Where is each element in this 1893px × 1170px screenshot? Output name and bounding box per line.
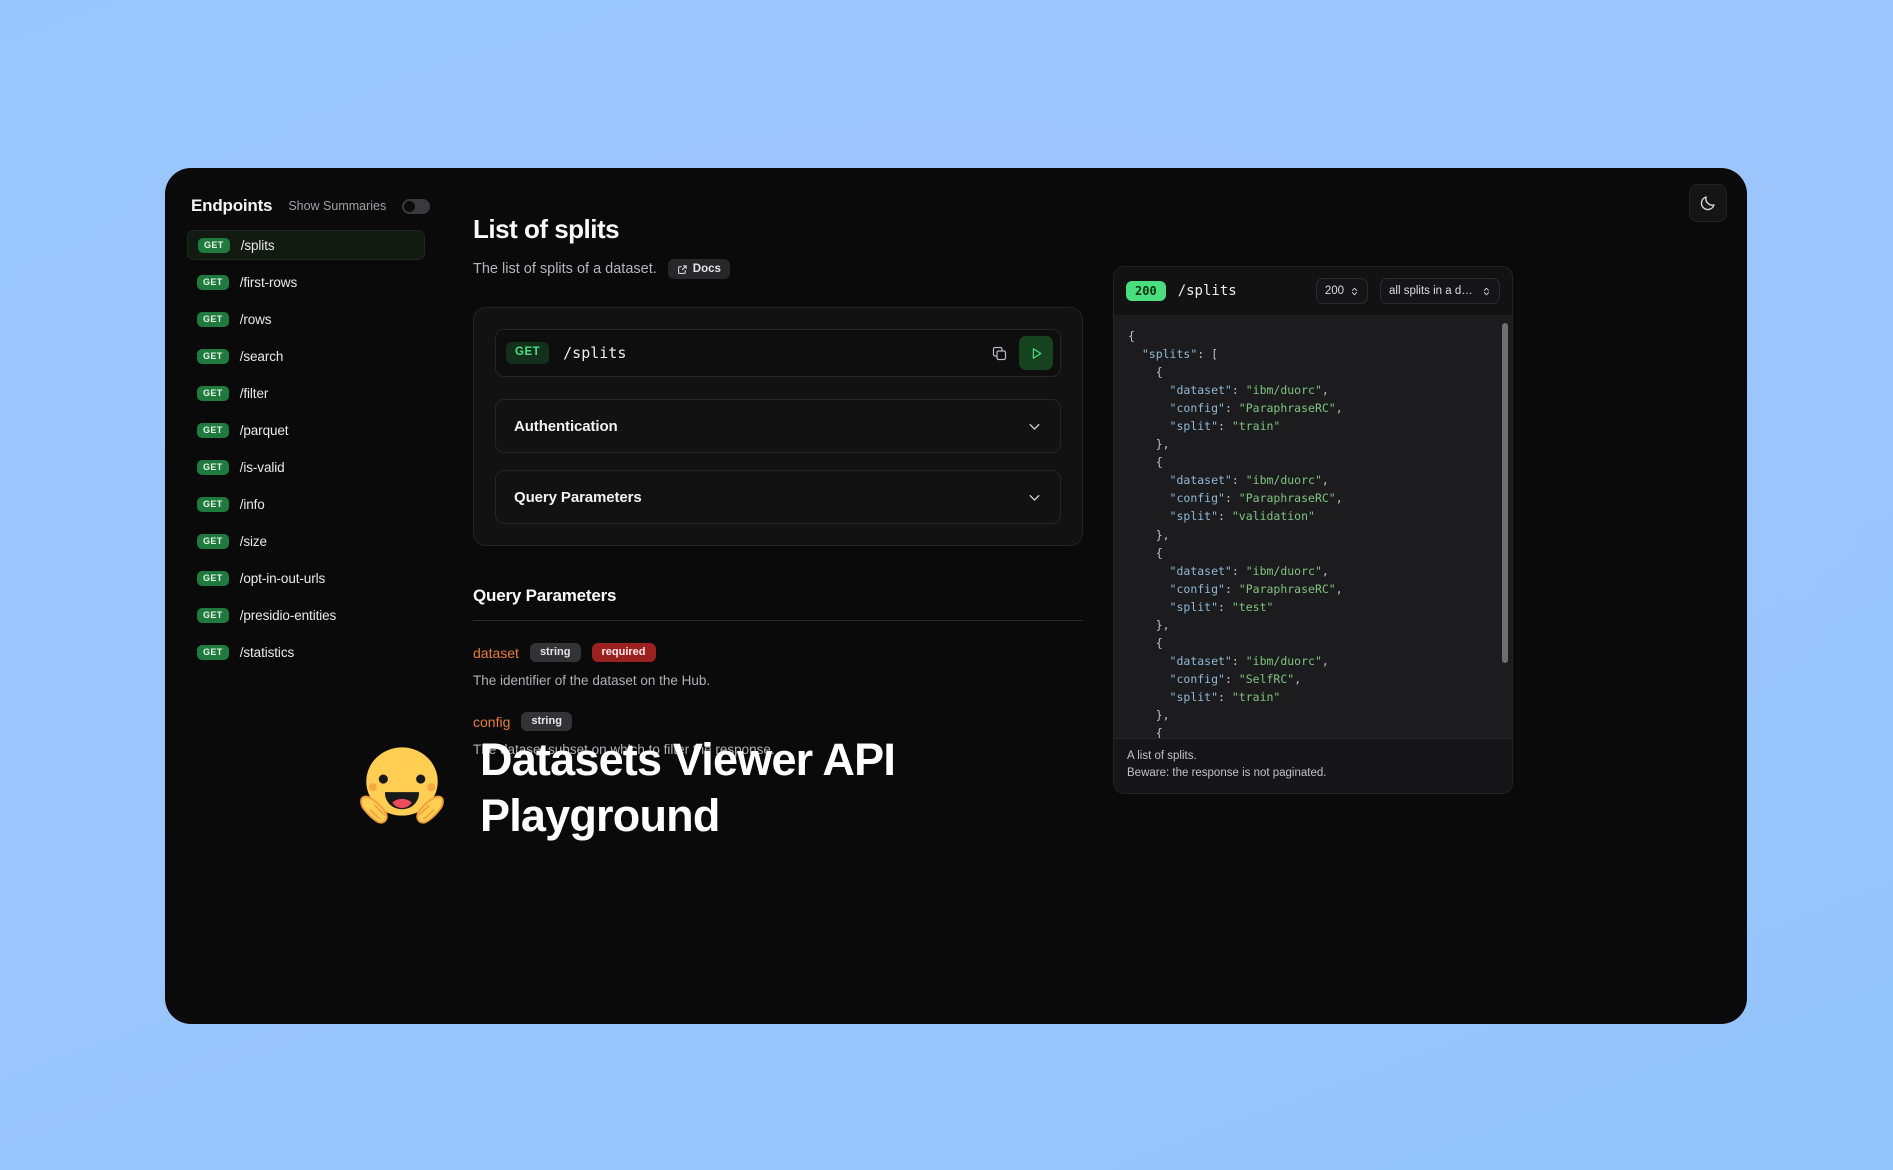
subtitle-row: The list of splits of a dataset. Docs [473,259,1083,279]
status-code-select-value: 200 [1325,285,1344,297]
hugging-face-emoji [350,736,454,840]
sidebar-item-label: /parquet [240,423,289,438]
status-code-select[interactable]: 200 [1316,278,1368,304]
status-badge: 200 [1126,281,1166,301]
sidebar-item-label: /statistics [240,645,294,660]
parameter-name: dataset [473,645,519,661]
parameter-dataset: dataset string required The identifier of t… [473,643,1083,688]
chevron-down-icon [1027,490,1042,505]
accordion-label: Query Parameters [514,489,642,506]
method-badge: GET [197,460,229,475]
sidebar-item-opt-in-out-urls[interactable]: GET/opt-in-out-urls [187,563,425,593]
example-select[interactable]: all splits in a da... [1380,278,1500,304]
docs-label: Docs [693,263,721,275]
parameter-header: config string [473,712,1083,731]
sidebar-item-statistics[interactable]: GET/statistics [187,637,425,667]
response-path: /splits [1178,283,1304,299]
response-description-line-2: Beware: the response is not paginated. [1127,765,1499,782]
sidebar-item-label: /splits [241,238,275,253]
method-badge: GET [197,571,229,586]
method-badge: GET [197,275,229,290]
page-title: List of splits [473,214,1083,245]
docs-link-button[interactable]: Docs [668,259,730,279]
play-icon [1029,346,1044,361]
chevron-updown-icon [1350,286,1359,297]
app-window: Endpoints Show Summaries GET/splitsGET/f… [165,168,1747,1024]
method-badge: GET [197,423,229,438]
response-json: { "splits": [ { "dataset": "ibm/duorc", … [1128,327,1498,738]
external-link-icon [677,264,688,275]
method-badge: GET [197,386,229,401]
query-parameters-heading: Query Parameters [473,586,1083,606]
request-accordions: Authentication Query Parameters [495,399,1061,524]
main-content: List of splits The list of splits of a d… [437,186,1747,1024]
sidebar-item-search[interactable]: GET/search [187,341,425,371]
send-request-button[interactable] [1019,336,1053,370]
example-select-value: all splits in a da... [1389,285,1476,297]
accordion-query-parameters[interactable]: Query Parameters [495,470,1061,524]
moon-icon [1699,194,1717,212]
code-scrollbar[interactable] [1502,323,1508,663]
sidebar-item-presidio-entities[interactable]: GET/presidio-entities [187,600,425,630]
sidebar-item-label: /info [240,497,265,512]
method-badge: GET [197,608,229,623]
chevron-updown-icon [1482,286,1491,297]
response-panel: 200 /splits 200 all splits in a da... [1113,266,1513,794]
copy-button[interactable] [983,337,1015,369]
sidebar-item-is-valid[interactable]: GET/is-valid [187,452,425,482]
request-path-input[interactable]: /splits [563,344,983,362]
show-summaries-label: Show Summaries [288,199,386,213]
method-badge: GET [197,312,229,327]
overlay-title-block: Datasets Viewer API Playground [350,732,900,845]
parameter-required-badge: required [592,643,656,662]
parameter-type-badge: string [521,712,572,731]
request-method-badge: GET [506,342,549,364]
method-badge: GET [197,645,229,660]
sidebar-item-filter[interactable]: GET/filter [187,378,425,408]
method-badge: GET [197,534,229,549]
sidebar-item-label: /rows [240,312,272,327]
sidebar-item-size[interactable]: GET/size [187,526,425,556]
sidebar-item-rows[interactable]: GET/rows [187,304,425,334]
method-badge: GET [197,349,229,364]
endpoints-sidebar: Endpoints Show Summaries GET/splitsGET/f… [165,186,437,1024]
parameter-header: dataset string required [473,643,1083,662]
response-description-line-1: A list of splits. [1127,748,1499,765]
sidebar-item-splits[interactable]: GET/splits [187,230,425,260]
method-badge: GET [198,238,230,253]
sidebar-item-parquet[interactable]: GET/parquet [187,415,425,445]
sidebar-item-label: /presidio-entities [240,608,337,623]
response-header: 200 /splits 200 all splits in a da... [1114,267,1512,315]
show-summaries-toggle[interactable] [402,199,430,214]
sidebar-header: Endpoints Show Summaries [187,196,425,216]
divider [473,620,1083,621]
copy-icon [991,345,1008,362]
parameter-description: The identifier of the dataset on the Hub… [473,673,1083,688]
url-bar[interactable]: GET /splits [495,329,1061,377]
main-left-column: List of splits The list of splits of a d… [473,214,1083,1024]
parameter-name: config [473,714,510,730]
accordion-label: Authentication [514,418,618,435]
endpoint-list: GET/splitsGET/first-rowsGET/rowsGET/sear… [187,230,425,667]
response-description: A list of splits. Beware: the response i… [1114,738,1512,794]
sidebar-item-label: /search [240,349,284,364]
sidebar-item-label: /is-valid [240,460,285,475]
page-subtitle: The list of splits of a dataset. [473,261,657,277]
chevron-down-icon [1027,419,1042,434]
window-content: Endpoints Show Summaries GET/splitsGET/f… [165,168,1747,1024]
sidebar-item-label: /first-rows [240,275,297,290]
method-badge: GET [197,497,229,512]
sidebar-item-label: /opt-in-out-urls [240,571,325,586]
theme-toggle-button[interactable] [1689,184,1727,222]
request-card: GET /splits [473,307,1083,546]
sidebar-title: Endpoints [191,196,272,216]
response-code-area: { "splits": [ { "dataset": "ibm/duorc", … [1114,315,1512,738]
sidebar-item-label: /size [240,534,267,549]
overlay-title-text: Datasets Viewer API Playground [480,732,900,845]
sidebar-item-first-rows[interactable]: GET/first-rows [187,267,425,297]
sidebar-item-info[interactable]: GET/info [187,489,425,519]
parameter-type-badge: string [530,643,581,662]
accordion-authentication[interactable]: Authentication [495,399,1061,453]
sidebar-item-label: /filter [240,386,269,401]
